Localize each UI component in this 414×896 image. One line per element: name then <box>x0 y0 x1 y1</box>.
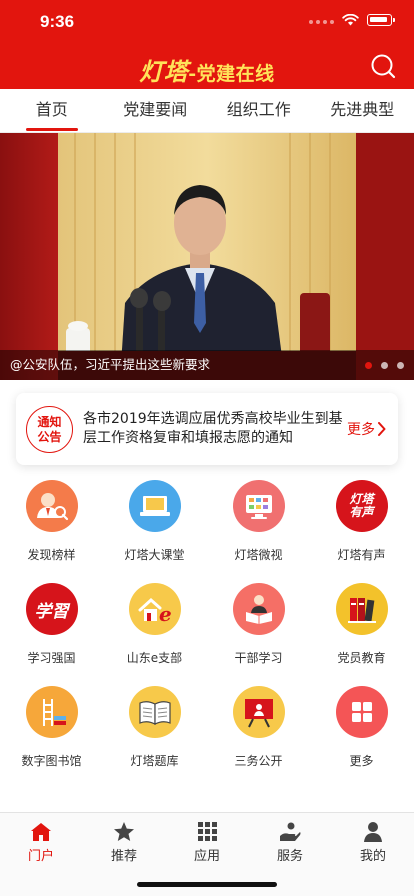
video-screen-icon <box>232 480 285 532</box>
notice-badge-line2: 公告 <box>37 429 62 444</box>
cellular-signal-icon <box>309 16 334 24</box>
banner-photo <box>0 133 414 380</box>
library-ladder-icon <box>25 686 78 738</box>
grid-label: 灯塔有声 <box>337 548 386 562</box>
tab-home[interactable]: 首页 <box>0 89 104 132</box>
status-time: 9:36 <box>40 12 75 31</box>
app-header: 9:36 灯塔-党建在线 <box>0 0 414 89</box>
grid-more-icon <box>335 686 388 738</box>
grid-item-audio[interactable]: 灯塔 有声 灯塔有声 <box>310 480 413 563</box>
grid-label: 发现榜样 <box>27 548 76 562</box>
audio-logo-icon: 灯塔 有声 <box>335 480 388 532</box>
open-book-icon <box>128 686 181 738</box>
bottom-nav: 门户 推荐 应用 服务 我的 <box>0 812 414 896</box>
nav-label: 我的 <box>359 849 386 864</box>
notice-more-link[interactable]: 更多 <box>347 419 386 439</box>
star-icon <box>114 822 134 841</box>
home-icon <box>31 823 51 841</box>
grid-item-digital-library[interactable]: 数字图书馆 <box>0 686 103 769</box>
grid-item-big-classroom[interactable]: 灯塔大课堂 <box>103 480 206 563</box>
status-icons <box>309 14 395 26</box>
grid-item-cadre-study[interactable]: 干部学习 <box>207 583 310 666</box>
grid-label: 数字图书馆 <box>21 754 82 768</box>
carousel-dot[interactable] <box>381 362 388 369</box>
brand-sub: -党建在线 <box>188 63 275 85</box>
grid-item-shandong-e-branch[interactable]: e 山东e支部 <box>103 583 206 666</box>
study-logo-icon: 学習 <box>25 583 78 635</box>
nav-mine[interactable]: 我的 <box>332 821 414 864</box>
board-presentation-icon <box>232 686 285 738</box>
grid-item-discover-role-models[interactable]: 发现榜样 <box>0 480 103 563</box>
apps-grid-icon <box>198 822 217 841</box>
nav-portal[interactable]: 门户 <box>0 821 82 864</box>
search-icon[interactable] <box>370 53 396 79</box>
nav-service[interactable]: 服务 <box>249 821 331 864</box>
nav-label: 推荐 <box>110 849 137 864</box>
books-icon <box>335 583 388 635</box>
wifi-icon <box>342 14 359 26</box>
notice-card[interactable]: 通知 公告 各市2019年选调应届优秀高校毕业生到基层工作资格复审和填报志愿的通… <box>16 393 398 465</box>
grid-label: 干部学习 <box>234 651 283 665</box>
person-icon <box>364 822 382 842</box>
grid-item-question-bank[interactable]: 灯塔题库 <box>103 686 206 769</box>
study-logo-text: 学習 <box>34 601 69 622</box>
grid-item-three-affairs-public[interactable]: 三务公开 <box>207 686 310 769</box>
svg-text:e: e <box>159 602 172 626</box>
battery-icon <box>367 14 395 26</box>
notice-badge: 通知 公告 <box>26 406 73 453</box>
category-tabs: 首页 党建要闻 组织工作 先进典型 <box>0 89 414 133</box>
nav-label: 应用 <box>193 849 220 864</box>
grid-label: 学习强国 <box>27 651 76 665</box>
nav-label: 服务 <box>276 849 303 864</box>
nav-recommend[interactable]: 推荐 <box>83 821 165 864</box>
tab-party-news[interactable]: 党建要闻 <box>104 89 208 132</box>
service-hand-icon <box>280 822 301 841</box>
grid-label: 灯塔微视 <box>234 548 283 562</box>
home-indicator[interactable] <box>137 882 277 887</box>
grid-item-member-education[interactable]: 党员教育 <box>310 583 413 666</box>
tab-organization[interactable]: 组织工作 <box>207 89 311 132</box>
carousel-indicators <box>365 362 404 369</box>
news-banner[interactable]: @公安队伍，习近平提出这些新要求 <box>0 133 414 380</box>
notice-badge-line1: 通知 <box>37 414 62 429</box>
carousel-dot[interactable] <box>397 362 404 369</box>
notice-more-label: 更多 <box>347 422 375 438</box>
audio-logo-text-bottom: 有声 <box>349 505 374 519</box>
role-model-search-icon <box>25 480 78 532</box>
grid-label: 灯塔题库 <box>130 754 179 768</box>
grid-label: 更多 <box>349 754 374 768</box>
nav-label: 门户 <box>27 849 54 864</box>
grid-label: 三务公开 <box>234 754 283 768</box>
classroom-icon <box>128 480 181 532</box>
notice-text: 各市2019年选调应届优秀高校毕业生到基层工作资格复审和填报志愿的通知 <box>83 411 343 446</box>
tab-advanced-models[interactable]: 先进典型 <box>311 89 414 132</box>
grid-label: 党员教育 <box>337 651 386 665</box>
chevron-right-icon <box>378 422 386 436</box>
home-e-icon: e <box>128 583 181 635</box>
app-title: 灯塔-党建在线 <box>0 52 414 87</box>
reading-person-icon <box>232 583 285 635</box>
nav-apps[interactable]: 应用 <box>166 821 248 864</box>
brand-main: 灯塔 <box>139 57 189 86</box>
grid-item-micro-video[interactable]: 灯塔微视 <box>207 480 310 563</box>
grid-label: 灯塔大课堂 <box>124 548 185 562</box>
grid-item-more[interactable]: 更多 <box>310 686 413 769</box>
banner-caption: @公安队伍，习近平提出这些新要求 <box>10 357 211 372</box>
grid-label: 山东e支部 <box>126 651 183 665</box>
grid-item-study-strong-nation[interactable]: 学習 学习强国 <box>0 583 103 666</box>
carousel-dot-active[interactable] <box>365 362 372 369</box>
